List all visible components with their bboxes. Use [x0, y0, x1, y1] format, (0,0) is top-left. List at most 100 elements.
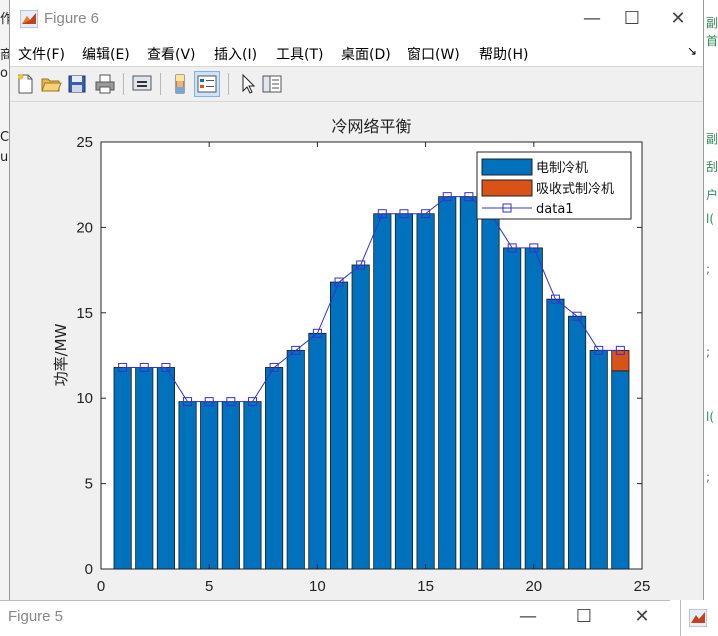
bar-electric-chiller: [286, 349, 305, 570]
menu-edit[interactable]: 编辑(E): [82, 44, 130, 64]
legend-swatch-electric: [481, 158, 533, 176]
insert-legend-button[interactable]: [194, 71, 220, 97]
matlab-logo-icon: [20, 10, 38, 28]
legend-swatch-absorption: [481, 179, 533, 197]
bar-electric-chiller: [178, 401, 197, 570]
menu-desktop[interactable]: 桌面(D): [341, 44, 391, 64]
toolbar: [10, 66, 703, 102]
link-plot-icon[interactable]: [130, 72, 154, 96]
x-tick-label: 0: [97, 578, 105, 595]
bar-electric-chiller: [135, 367, 154, 570]
y-tick-label: 25: [76, 134, 93, 151]
bar-electric-chiller: [611, 370, 630, 570]
other-figure-window[interactable]: [680, 600, 718, 636]
bar-electric-chiller: [546, 298, 565, 570]
figure-canvas: 0 5 10 15 20 25 0 5 10 15 20 25 冷网络平衡 功率/MW 电制冷机 吸…: [10, 102, 703, 600]
bar-electric-chiller: [221, 401, 240, 570]
bar-electric-chiller: [156, 367, 175, 570]
open-folder-icon[interactable]: [39, 72, 63, 96]
bar-electric-chiller: [394, 213, 414, 570]
figure5-window-titlebar[interactable]: Figure 5 — ☐ ✕: [0, 600, 670, 636]
background-editor-right: 副首副刮户 l(;; l(;: [704, 0, 718, 600]
chart-title: 冷网络平衡: [331, 117, 411, 136]
figure5-close-button[interactable]: ✕: [622, 604, 662, 630]
background-text-fragment: 刮: [706, 160, 718, 174]
background-text-fragment: 作: [0, 12, 9, 27]
legend-label-electric: 电制冷机: [536, 161, 588, 176]
legend-label-absorption: 吸收式制冷机: [536, 182, 614, 197]
background-text-fragment: 商: [0, 48, 9, 63]
toolbar-separator: [160, 73, 161, 95]
legend-label-data1: data1: [536, 202, 574, 217]
save-icon[interactable]: [65, 72, 89, 96]
y-tick-label: 10: [76, 390, 93, 407]
menu-insert[interactable]: 插入(I): [214, 44, 257, 64]
menu-bar: 文件(F) 编辑(E) 查看(V) 插入(I) 工具(T) 桌面(D) 窗口(W…: [10, 38, 703, 66]
property-inspector-icon[interactable]: [260, 72, 284, 96]
bar-absorption-chiller: [611, 349, 630, 372]
close-button[interactable]: ✕: [658, 6, 698, 32]
background-text-fragment: l(: [706, 212, 715, 226]
bar-electric-chiller: [373, 213, 392, 570]
background-text-fragment: ;: [706, 345, 711, 359]
bar-electric-chiller: [200, 401, 219, 570]
y-tick-label: 0: [85, 561, 93, 578]
menu-window[interactable]: 窗口(W): [407, 44, 460, 64]
background-text-fragment: ul: [0, 150, 9, 165]
menu-help[interactable]: 帮助(H): [479, 44, 528, 64]
figure-window: Figure 6 — ☐ ✕ 文件(F) 编辑(E) 查看(V) 插入(I) 工…: [9, 0, 704, 600]
x-tick-label: 5: [205, 578, 213, 595]
bar-electric-chiller: [351, 264, 370, 570]
background-text-fragment: 首: [706, 34, 718, 48]
bar-electric-chiller: [265, 367, 284, 570]
bar-electric-chiller: [113, 367, 132, 570]
background-text-fragment: or: [0, 66, 9, 81]
new-figure-icon[interactable]: [13, 72, 37, 96]
y-axis-label: 功率/MW: [52, 323, 70, 386]
bar-electric-chiller: [589, 349, 608, 570]
background-editor-left: 作商 or Cul: [0, 0, 9, 600]
x-tick-label: 20: [525, 578, 542, 595]
bar-electric-chiller: [503, 247, 522, 570]
figure5-maximize-button[interactable]: ☐: [564, 604, 604, 630]
matlab-logo-icon: [689, 609, 707, 627]
maximize-button[interactable]: ☐: [612, 6, 652, 32]
toolbar-separator: [123, 73, 124, 95]
minimize-button[interactable]: —: [572, 6, 612, 32]
bar-electric-chiller: [243, 401, 262, 570]
menu-overflow-icon[interactable]: ↘: [687, 44, 697, 58]
figure5-title: Figure 5: [8, 608, 64, 625]
menu-file[interactable]: 文件(F): [18, 44, 65, 64]
background-text-fragment: ;: [706, 262, 711, 276]
bar-electric-chiller: [459, 196, 478, 570]
title-bar: Figure 6 — ☐ ✕: [10, 0, 703, 38]
bar-electric-chiller: [481, 213, 500, 570]
background-text-fragment: 副: [706, 16, 718, 30]
background-text-fragment: 副: [706, 132, 718, 146]
bar-electric-chiller: [308, 332, 327, 570]
bar-electric-chiller: [438, 196, 457, 570]
bar-electric-chiller: [524, 247, 543, 570]
figure5-minimize-button[interactable]: —: [508, 604, 548, 630]
bar-chart[interactable]: 0 5 10 15 20 25 0 5 10 15 20 25 冷网络平衡 功率/MW 电制冷机 吸…: [10, 102, 696, 600]
bar-electric-chiller: [416, 213, 435, 570]
y-tick-label: 15: [76, 305, 93, 322]
background-text-fragment: ;: [706, 470, 711, 484]
insert-legend-icon: [197, 75, 217, 93]
bar-electric-chiller: [568, 315, 587, 570]
background-text-fragment: l(: [706, 410, 715, 424]
insert-colorbar-icon[interactable]: [168, 72, 192, 96]
window-title: Figure 6: [44, 10, 100, 27]
x-tick-label: 10: [309, 578, 326, 595]
legend[interactable]: 电制冷机 吸收式制冷机 data1: [476, 151, 632, 220]
bar-electric-chiller: [329, 281, 349, 570]
background-text-fragment: 户: [706, 188, 718, 202]
menu-tools[interactable]: 工具(T): [276, 44, 323, 64]
x-tick-label: 25: [634, 578, 651, 595]
x-tick-label: 15: [417, 578, 434, 595]
edit-plot-arrow-icon[interactable]: [235, 72, 259, 96]
menu-view[interactable]: 查看(V): [147, 44, 196, 64]
print-icon[interactable]: [93, 72, 117, 96]
toolbar-separator: [228, 73, 229, 95]
y-tick-label: 5: [85, 476, 93, 493]
